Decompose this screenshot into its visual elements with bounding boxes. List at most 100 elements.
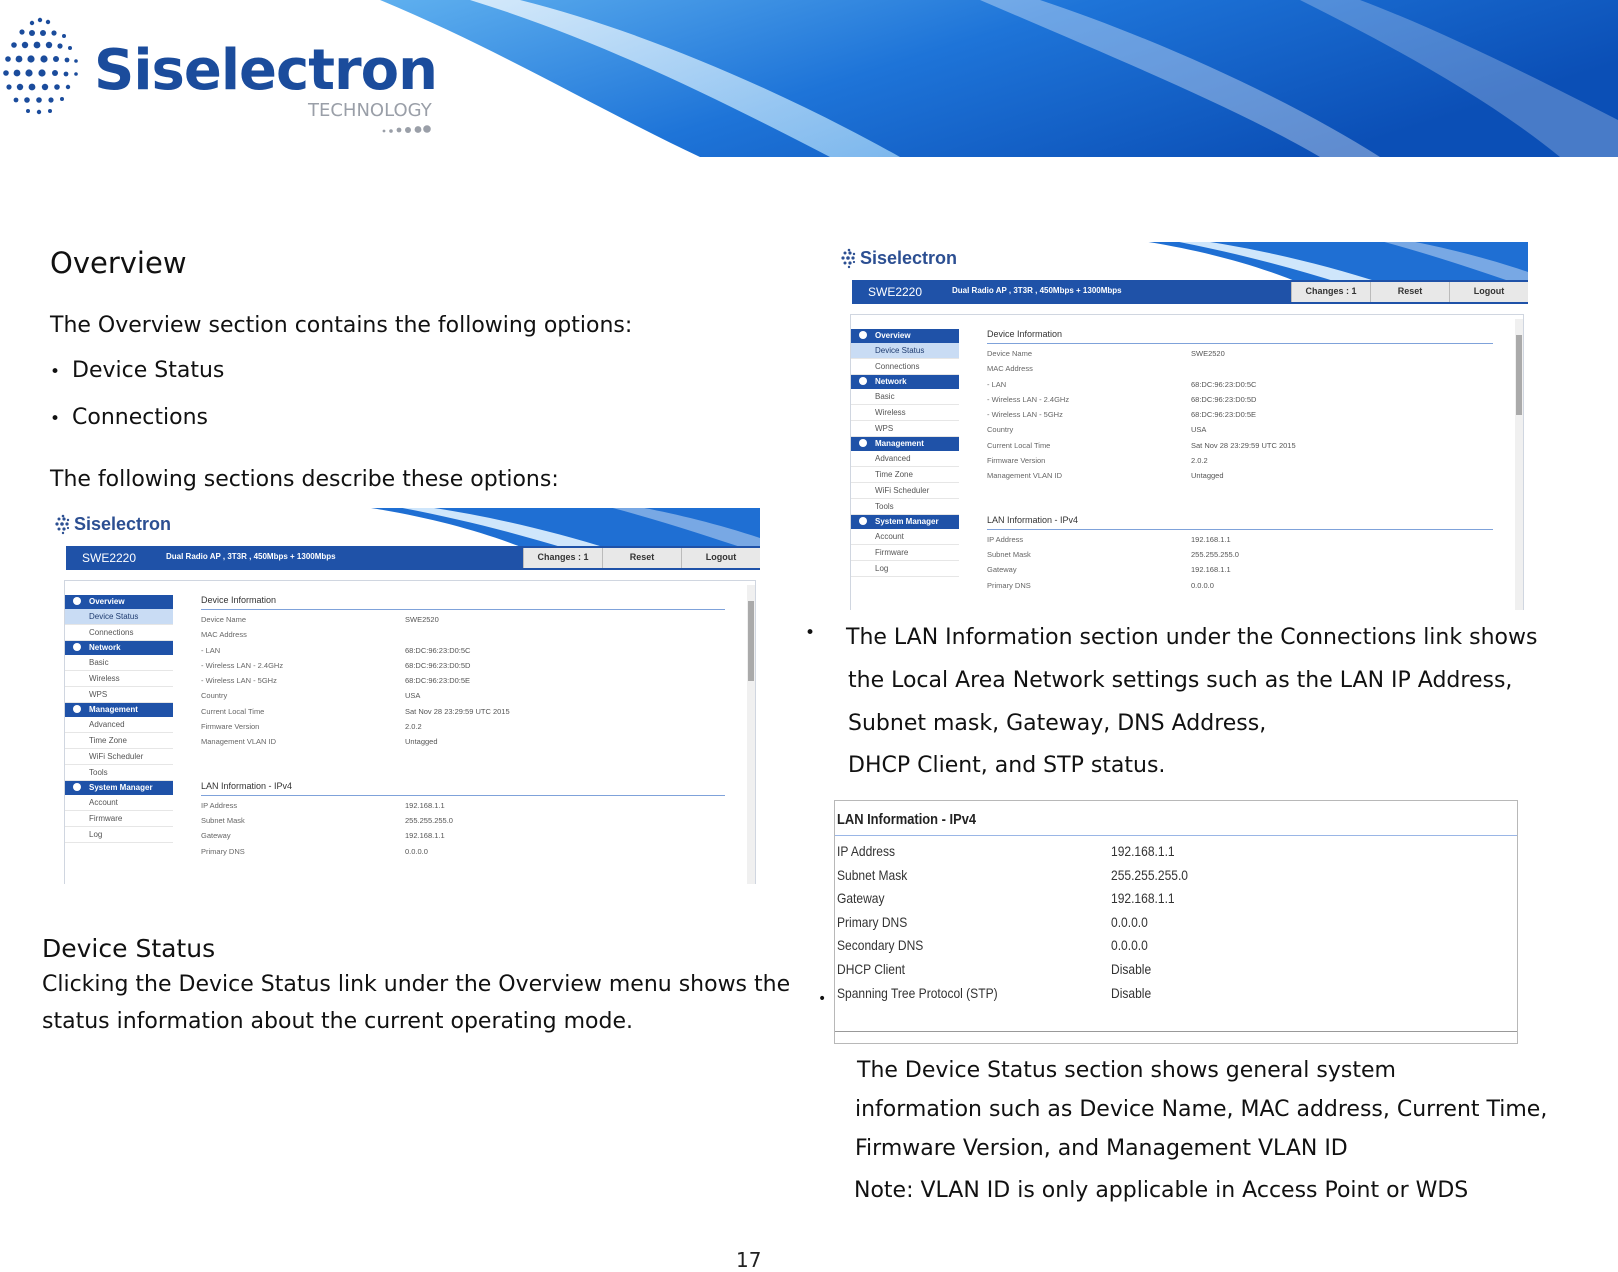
lan-table-divider [835, 835, 1517, 836]
lan-table-key: DHCP Client [837, 961, 906, 977]
info-row: Primary DNS 0.0.0.0 [987, 581, 1493, 596]
bullet-icon: • [805, 623, 816, 643]
info-row: Management VLAN ID Untagged [987, 471, 1493, 486]
changes-button[interactable]: Changes : 1 [523, 548, 602, 568]
page-number: 17 [736, 1248, 762, 1272]
info-key: - Wireless LAN - 2.4GHz [987, 394, 1070, 404]
menu-item[interactable]: WiFi Scheduler [65, 749, 173, 765]
menu-item[interactable]: Firmware [65, 811, 173, 827]
menu-item[interactable]: Log [65, 827, 173, 843]
lan-table-key: Secondary DNS [837, 937, 924, 954]
info-value: 2.0.2 [405, 722, 422, 732]
network-icon [859, 377, 867, 385]
menu-section-management[interactable]: Management [65, 703, 173, 717]
info-key: MAC Address [201, 630, 247, 640]
info-row: Subnet Mask 255.255.255.0 [201, 816, 725, 831]
lan-info-title: LAN Information - IPv4 [987, 515, 1493, 530]
menu-item[interactable]: WPS [851, 421, 959, 437]
lan-table-key: IP Address [837, 843, 896, 859]
scrollbar[interactable] [747, 585, 755, 884]
menu-item[interactable]: Firmware [851, 545, 959, 561]
menu-item[interactable]: Advanced [851, 451, 959, 467]
scrollbar-thumb[interactable] [1516, 335, 1522, 415]
logout-button[interactable]: Logout [681, 548, 760, 568]
menu-item[interactable]: Device Status [65, 609, 173, 625]
menu-item[interactable]: Time Zone [65, 733, 173, 749]
info-row: Subnet Mask 255.255.255.0 [987, 550, 1493, 565]
lan-table-key: Gateway [837, 890, 885, 907]
info-value: Untagged [1191, 471, 1224, 481]
router-model: SWE2220 [82, 551, 137, 565]
menu-section-network[interactable]: Network [851, 375, 959, 389]
changes-button[interactable]: Changes : 1 [1291, 282, 1370, 302]
menu-item[interactable]: Basic [851, 389, 959, 405]
lan-table-value: 192.168.1.1 [1111, 843, 1175, 859]
info-key: Device Name [201, 615, 247, 624]
lan-paragraph-line2: the Local Area Network settings such as … [848, 668, 1513, 693]
info-key: MAC Address [987, 364, 1033, 374]
menu-section-management[interactable]: Management [851, 437, 959, 451]
menu-item[interactable]: Account [851, 529, 959, 545]
router-panel: Overview Device Status Connections Network B… [850, 314, 1524, 610]
reset-button[interactable]: Reset [1370, 282, 1449, 302]
menu-item[interactable]: WiFi Scheduler [851, 483, 959, 499]
info-row: Current Local Time Sat Nov 28 23:29:59 UT… [987, 441, 1493, 456]
lan-table-value: 192.168.1.1 [1111, 890, 1175, 907]
option-label: Device Status [72, 358, 225, 383]
info-value: 68:DC:96:23:D0:5C [405, 645, 471, 655]
menu-section-overview[interactable]: Overview [851, 329, 959, 343]
menu-item[interactable]: Connections [851, 359, 959, 375]
menu-section-overview[interactable]: Overview [65, 595, 173, 609]
info-icon [859, 331, 867, 339]
info-value: SWE2520 [1191, 349, 1225, 358]
device-paragraph-line1: The Device Status section shows general … [857, 1058, 1396, 1083]
info-value: 255.255.255.0 [1191, 549, 1239, 559]
router-brand: Siselectron [860, 248, 958, 268]
lan-info-title: LAN Information - IPv4 [201, 781, 725, 796]
info-value: 192.168.1.1 [1191, 565, 1231, 575]
lan-table-value: Disable [1111, 961, 1152, 977]
router-panel: Overview Device Status Connections Network B… [64, 580, 756, 884]
info-row: - Wireless LAN - 2.4GHz 68:DC:96:23:D0:5D [987, 395, 1493, 410]
scrollbar-thumb[interactable] [748, 601, 754, 681]
info-key: Subnet Mask [987, 549, 1031, 559]
menu-section-label: System Manager [875, 517, 939, 526]
logout-button[interactable]: Logout [1449, 282, 1528, 302]
menu-section-network[interactable]: Network [65, 641, 173, 655]
lan-table-key: Primary DNS [837, 913, 908, 930]
info-value: USA [405, 691, 421, 701]
menu-item[interactable]: Tools [851, 499, 959, 515]
router-sidebar-menu: Overview Device Status Connections Network B… [65, 595, 173, 843]
header-banner: Siselectron TECHNOLOGY [0, 0, 1618, 157]
menu-item[interactable]: Wireless [65, 671, 173, 687]
info-row: - Wireless LAN - 5GHz 68:DC:96:23:D0:5E [201, 676, 725, 691]
router-globe-icon [840, 247, 858, 269]
menu-item[interactable]: Device Status [851, 343, 959, 359]
router-title-bar: SWE2220 Dual Radio AP , 3T3R , 450Mbps + … [66, 546, 760, 570]
bullet-icon: • [50, 362, 61, 382]
info-row: Gateway 192.168.1.1 [201, 831, 725, 846]
menu-section-label: Network [875, 377, 907, 386]
menu-item[interactable]: Account [65, 795, 173, 811]
info-value: 2.0.2 [1191, 456, 1208, 466]
lan-table-key: Subnet Mask [837, 866, 908, 883]
menu-item[interactable]: Basic [65, 655, 173, 671]
info-key: Firmware Version [987, 456, 1046, 466]
reset-button[interactable]: Reset [602, 548, 681, 568]
info-key: - LAN [201, 645, 221, 655]
menu-item[interactable]: Advanced [65, 717, 173, 733]
menu-item[interactable]: Log [851, 561, 959, 577]
menu-item[interactable]: Tools [65, 765, 173, 781]
info-row: IP Address 192.168.1.1 [201, 801, 725, 816]
scrollbar[interactable] [1515, 319, 1523, 610]
menu-section-system[interactable]: System Manager [65, 781, 173, 795]
info-row: Gateway 192.168.1.1 [987, 565, 1493, 580]
menu-section-system[interactable]: System Manager [851, 515, 959, 529]
device-paragraph-line2: information such as Device Name, MAC add… [855, 1097, 1548, 1122]
menu-item[interactable]: Wireless [851, 405, 959, 421]
menu-item[interactable]: Time Zone [851, 467, 959, 483]
menu-item[interactable]: WPS [65, 687, 173, 703]
menu-item[interactable]: Connections [65, 625, 173, 641]
info-row: IP Address 192.168.1.1 [987, 535, 1493, 550]
